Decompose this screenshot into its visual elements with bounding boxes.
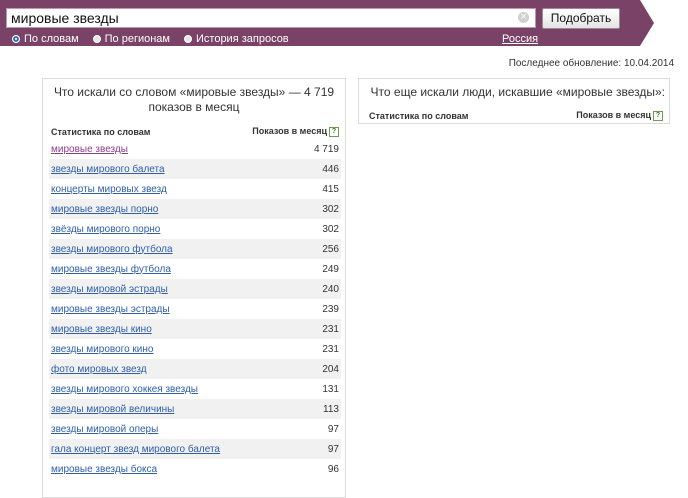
phrase-link[interactable]: мировые звезды бокса bbox=[51, 464, 157, 475]
mode-selector: По словам По регионам История запросов bbox=[12, 33, 303, 45]
column-header-phrase: Статистика по словам bbox=[51, 127, 151, 137]
mode-label: По регионам bbox=[104, 33, 170, 45]
phrase-link[interactable]: звезды мирового футбола bbox=[51, 244, 173, 255]
phrase-link[interactable]: фото мировых звезд bbox=[51, 364, 147, 375]
table-row: звезды мирового футбола 256 bbox=[49, 239, 341, 259]
mode-label: История запросов bbox=[196, 33, 289, 45]
phrase-link[interactable]: гала концерт звезд мирового балета bbox=[51, 444, 220, 455]
table-row: гала концерт звезд мирового балета 97 bbox=[49, 439, 341, 459]
table-row: звезды мирового кино 231 bbox=[49, 339, 341, 359]
impressions-count: 302 bbox=[322, 203, 339, 215]
impressions-count: 97 bbox=[327, 443, 339, 455]
table-row: звезды мировой величины 113 bbox=[49, 399, 341, 419]
phrase-link[interactable]: мировые звезды кино bbox=[51, 324, 152, 335]
impressions-count: 240 bbox=[322, 283, 339, 295]
mode-label: По словам bbox=[24, 33, 79, 45]
radio-icon[interactable] bbox=[184, 35, 192, 43]
help-icon[interactable]: ? bbox=[653, 110, 663, 121]
radio-icon[interactable] bbox=[92, 35, 101, 43]
last-update: Последнее обновление: 10.04.2014 bbox=[508, 58, 674, 69]
stats-rows: мировые звезды 4 719 звезды мирового балет… bbox=[49, 139, 341, 479]
impressions-count: 256 bbox=[322, 243, 339, 255]
radio-selected-icon[interactable] bbox=[12, 35, 20, 43]
phrase-link[interactable]: мировые звезды bbox=[51, 144, 128, 155]
mode-query-history[interactable]: История запросов bbox=[184, 33, 289, 45]
table-row: звезды мирового хоккея звезды 131 bbox=[49, 379, 341, 399]
impressions-count: 113 bbox=[323, 403, 339, 415]
phrase-link[interactable]: звезды мирового кино bbox=[51, 344, 153, 355]
related-stats-panel: Что еще искали люди, искавшие «мировые з… bbox=[358, 78, 670, 124]
impressions-count: 204 bbox=[322, 363, 339, 375]
help-icon[interactable]: ? bbox=[329, 126, 339, 137]
impressions-count: 302 bbox=[322, 223, 339, 235]
search-input[interactable] bbox=[11, 9, 511, 27]
impressions-count: 96 bbox=[327, 463, 339, 475]
table-row: звёзды мирового порно 302 bbox=[49, 219, 341, 239]
panel-title: Что искали со словом «мировые звезды» — … bbox=[53, 85, 335, 114]
impressions-count: 239 bbox=[322, 303, 339, 315]
clear-icon[interactable]: × bbox=[518, 12, 529, 23]
phrase-link[interactable]: звезды мирового балета bbox=[51, 164, 165, 175]
table-row: звезды мирового балета 446 bbox=[49, 159, 341, 179]
impressions-count: 249 bbox=[322, 263, 339, 275]
region-link[interactable]: Россия bbox=[502, 33, 538, 45]
column-header-phrase: Статистика по словам bbox=[369, 111, 469, 121]
phrase-link[interactable]: звезды мирового хоккея звезды bbox=[51, 384, 198, 395]
table-row: мировые звезды эстрады 239 bbox=[49, 299, 341, 319]
top-bar-arrow bbox=[640, 0, 654, 46]
table-row: мировые звезды бокса 96 bbox=[49, 459, 341, 479]
phrase-link[interactable]: звезды мировой величины bbox=[51, 404, 174, 415]
column-header-count-label: Показов в месяц bbox=[576, 110, 651, 120]
phrase-link[interactable]: мировые звезды порно bbox=[51, 204, 158, 215]
phrase-link[interactable]: мировые звезды эстрады bbox=[51, 304, 170, 315]
panel-title: Что еще искали люди, искавшие «мировые з… bbox=[370, 85, 665, 99]
impressions-count: 446 bbox=[322, 163, 339, 175]
table-row: мировые звезды кино 231 bbox=[49, 319, 341, 339]
table-row: звезды мировой эстрады 240 bbox=[49, 279, 341, 299]
impressions-count: 131 bbox=[322, 383, 339, 395]
table-row: мировые звезды порно 302 bbox=[49, 199, 341, 219]
impressions-count: 4 719 bbox=[313, 143, 339, 155]
table-row: мировые звезды 4 719 bbox=[49, 139, 341, 159]
mode-by-words[interactable]: По словам bbox=[12, 33, 79, 45]
impressions-count: 415 bbox=[322, 183, 339, 195]
phrase-link[interactable]: звёзды мирового порно bbox=[51, 224, 160, 235]
phrase-link[interactable]: звезды мировой оперы bbox=[51, 424, 158, 435]
words-stats-panel: Что искали со словом «мировые звезды» — … bbox=[42, 78, 346, 498]
column-header-count: Показов в месяц? bbox=[576, 110, 663, 121]
mode-by-regions[interactable]: По регионам bbox=[92, 33, 170, 45]
phrase-link[interactable]: мировые звезды футбола bbox=[51, 264, 171, 275]
table-row: концерты мировых звезд 415 bbox=[49, 179, 341, 199]
impressions-count: 231 bbox=[322, 323, 339, 335]
phrase-link[interactable]: звезды мировой эстрады bbox=[51, 284, 168, 295]
impressions-count: 231 bbox=[322, 343, 339, 355]
column-header-count: Показов в месяц? bbox=[252, 126, 339, 137]
table-row: мировые звезды футбола 249 bbox=[49, 259, 341, 279]
impressions-count: 97 bbox=[327, 423, 339, 435]
phrase-link[interactable]: концерты мировых звезд bbox=[51, 184, 167, 195]
submit-button[interactable]: Подобрать bbox=[542, 8, 620, 29]
column-header-count-label: Показов в месяц bbox=[252, 126, 327, 136]
search-box[interactable]: × bbox=[6, 8, 536, 28]
table-row: фото мировых звезд 204 bbox=[49, 359, 341, 379]
table-row: звезды мировой оперы 97 bbox=[49, 419, 341, 439]
